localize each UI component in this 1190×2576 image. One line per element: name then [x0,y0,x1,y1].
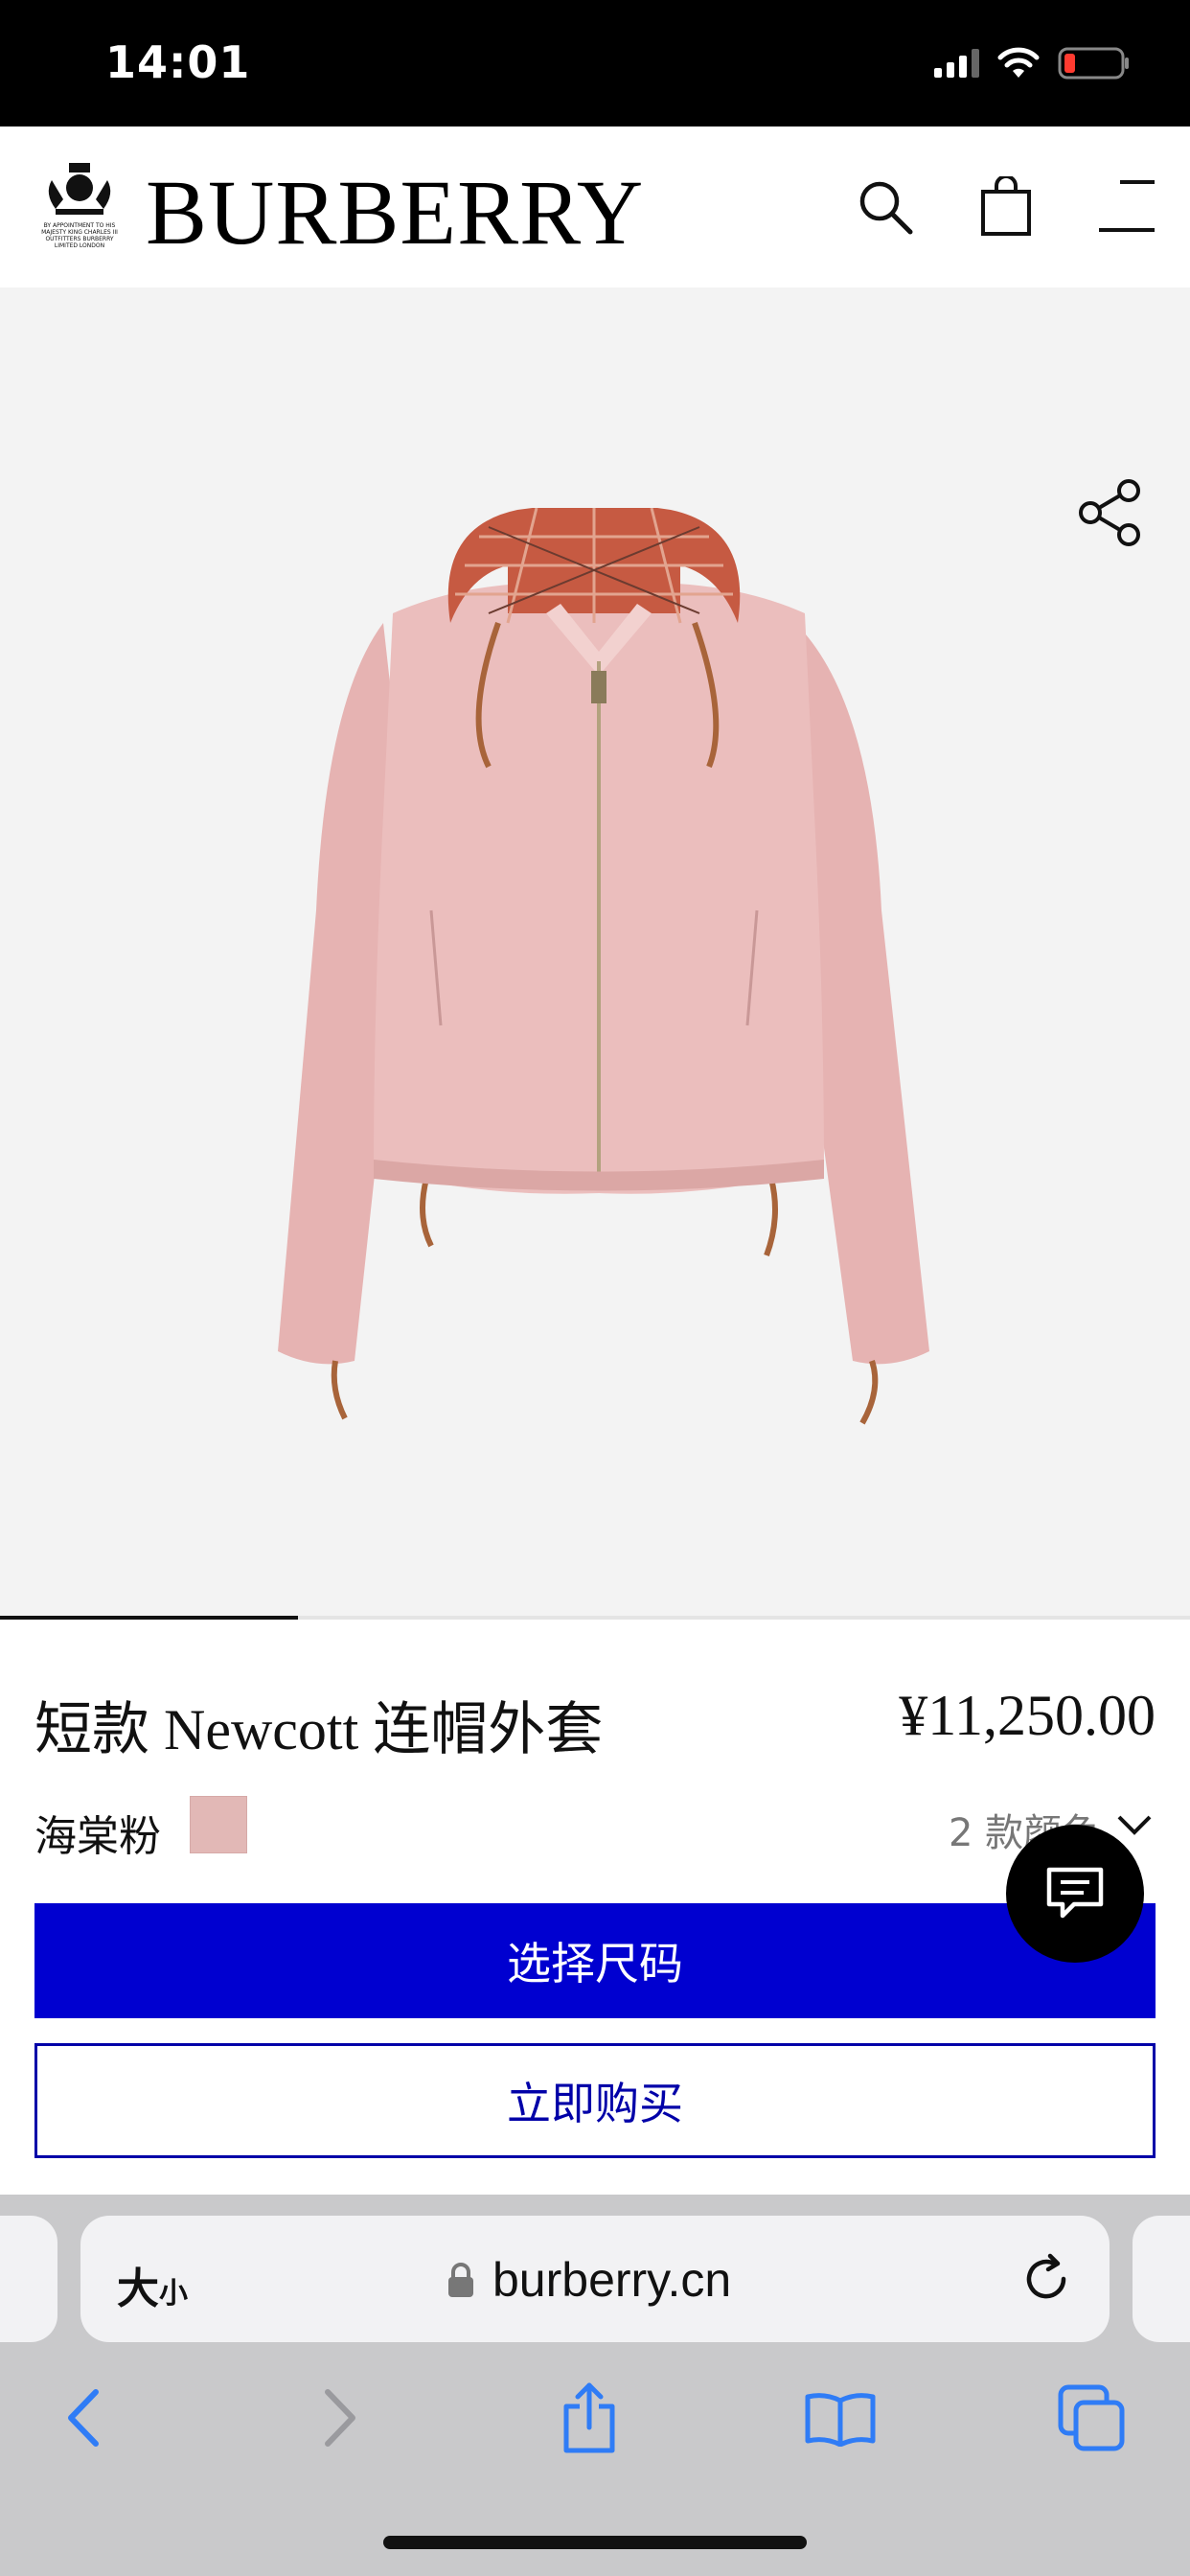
shopping-bag-icon [981,176,1031,236]
reload-icon[interactable] [1018,2250,1075,2308]
bookmarks-icon [805,2393,876,2447]
search-button[interactable] [847,169,924,245]
product-price: ¥11,250.00 [899,1684,1156,1747]
url-display[interactable]: burberry.cn [446,2252,731,2308]
battery-low-icon [1058,46,1131,80]
tabs-button[interactable] [1048,2375,1134,2461]
cellular-signal-icon [934,49,979,78]
lock-icon [448,2263,473,2297]
chevron-down-icon[interactable] [1115,1806,1154,1844]
text-size-button[interactable]: 大小 [117,2254,188,2315]
share-button[interactable] [1075,477,1146,548]
share-icon [563,2382,615,2453]
forward-icon [325,2389,355,2447]
share-icon [1079,479,1140,546]
status-icons [934,46,1131,80]
product-name: 短款 Newcott 连帽外套 [34,1698,604,1761]
home-indicator [383,2536,807,2549]
next-tab-preview[interactable] [1133,2216,1190,2342]
site-header: BY APPOINTMENT TO HIS MAJESTY KING CHARL… [0,126,1190,288]
chat-button[interactable] [1006,1825,1144,1963]
crest-caption: BY APPOINTMENT TO HIS MAJESTY KING CHARL… [41,222,118,249]
previous-tab-preview[interactable] [0,2216,57,2342]
browser-nav-row [0,2375,1190,2490]
menu-icon [1099,180,1155,232]
forward-button[interactable] [297,2375,383,2461]
back-button[interactable] [40,2375,126,2461]
tabs-icon [1058,2384,1125,2451]
status-time: 14:01 [105,36,251,88]
text-size-large-label: 大 [117,2265,159,2313]
shopping-bag-button[interactable] [968,169,1044,245]
product-image[interactable] [259,508,949,1428]
color-swatch[interactable] [190,1796,247,1853]
brand-logo[interactable]: BURBERRY [146,165,644,261]
select-size-button[interactable]: 选择尺码 [34,1903,1156,2018]
chat-icon [1046,1867,1104,1919]
browser-toolbar: 大小 burberry.cn [0,2195,1190,2576]
product-info: 短款 Newcott 连帽外套 ¥11,250.00 海棠粉 2 款颜色 选择尺… [0,1620,1190,2195]
bookmarks-button[interactable] [797,2375,883,2461]
color-name: 海棠粉 [34,1812,161,1861]
back-icon [68,2389,99,2447]
address-bar[interactable]: 大小 burberry.cn [80,2216,1110,2342]
text-size-small-label: 小 [159,2277,188,2311]
buy-now-button[interactable]: 立即购买 [34,2043,1156,2158]
browser-share-button[interactable] [546,2375,632,2461]
status-bar: 14:01 [0,0,1190,126]
url-text: burberry.cn [492,2253,732,2307]
product-gallery[interactable] [0,288,1190,1616]
menu-button[interactable] [1088,169,1165,245]
search-icon [859,181,913,235]
wifi-icon [996,47,1041,80]
